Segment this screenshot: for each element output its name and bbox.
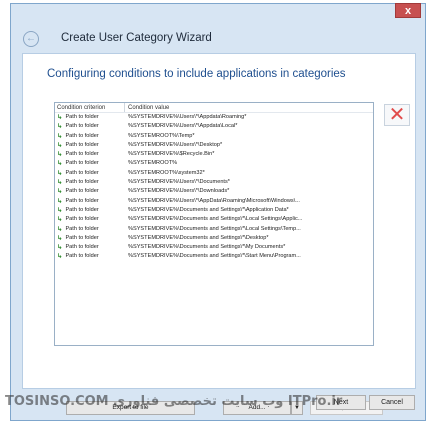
condition-value-cell: %SYSTEMDRIVE%\Documents and Settings\*\D… bbox=[128, 234, 269, 241]
path-arrow-icon: ↳ bbox=[57, 141, 63, 149]
criterion-text: Path to folder bbox=[65, 197, 99, 204]
criterion-text: Path to folder bbox=[65, 244, 99, 251]
path-arrow-icon: ↳ bbox=[57, 206, 63, 214]
condition-criterion-cell: ↳ Path to folder bbox=[55, 141, 125, 150]
list-item[interactable]: ↳ Path to folder %SYSTEMDRIVE%\Documents a… bbox=[55, 252, 373, 261]
condition-value-cell: %SYSTEMDRIVE%\Documents and Settings\*\L… bbox=[128, 216, 303, 223]
condition-criterion-cell: ↳ Path to folder bbox=[55, 197, 125, 206]
condition-criterion-cell: ↳ Path to folder bbox=[55, 252, 125, 261]
condition-criterion-cell: ↳ Path to folder bbox=[55, 206, 125, 215]
path-arrow-icon: ↳ bbox=[57, 179, 63, 187]
path-arrow-icon: ↳ bbox=[57, 225, 63, 233]
list-item[interactable]: ↳ Path to folder %SYSTEMDRIVE%\Users\*\Des… bbox=[55, 141, 373, 150]
condition-criterion-cell: ↳ Path to folder bbox=[55, 150, 125, 159]
wizard-window: x ← Create User Category Wizard Configur… bbox=[10, 3, 426, 421]
list-item[interactable]: ↳ Path to folder %SYSTEMDRIVE%\Users\*\Dow… bbox=[55, 187, 373, 196]
condition-value-cell: %SYSTEMROOT%\system32* bbox=[128, 169, 205, 176]
conditions-list[interactable]: Condition criterion Condition value ↳ Pat… bbox=[54, 102, 374, 346]
criterion-text: Path to folder bbox=[65, 132, 99, 139]
path-arrow-icon: ↳ bbox=[57, 151, 63, 159]
path-arrow-icon: ↳ bbox=[57, 216, 63, 224]
criterion-text: Path to folder bbox=[65, 216, 99, 223]
condition-criterion-cell: ↳ Path to folder bbox=[55, 122, 125, 131]
list-item[interactable]: ↳ Path to folder %SYSTEMROOT%\system32* bbox=[55, 169, 373, 178]
path-arrow-icon: ↳ bbox=[57, 169, 63, 177]
wizard-title: Create User Category Wizard bbox=[61, 32, 212, 44]
list-item[interactable]: ↳ Path to folder %SYSTEMDRIVE%\Documents a… bbox=[55, 225, 373, 234]
close-button[interactable]: x bbox=[395, 3, 421, 18]
criterion-text: Path to folder bbox=[65, 225, 99, 232]
path-arrow-icon: ↳ bbox=[57, 114, 63, 121]
list-rows: ↳ Path to folder %SYSTEMDRIVE%\Users\*\App… bbox=[55, 113, 373, 262]
condition-criterion-cell: ↳ Path to folder bbox=[55, 215, 125, 224]
list-item[interactable]: ↳ Path to folder %SYSTEMDRIVE%\$Recycle.Bi… bbox=[55, 150, 373, 159]
condition-value-cell: %SYSTEMROOT%\Temp* bbox=[128, 132, 195, 139]
condition-value-cell: %SYSTEMDRIVE%\Users\*\AppData\Roaming\Mi… bbox=[128, 197, 300, 204]
condition-criterion-cell: ↳ Path to folder bbox=[55, 243, 125, 252]
condition-value-cell: %SYSTEMDRIVE%\Users\*\Downloads* bbox=[128, 188, 230, 195]
wizard-content-panel: Configuring conditions to include applic… bbox=[22, 53, 416, 415]
column-header-criterion[interactable]: Condition criterion bbox=[55, 103, 125, 112]
list-item[interactable]: ↳ Path to folder %SYSTEMDRIVE%\Users\*\App… bbox=[55, 122, 373, 131]
condition-value-cell: %SYSTEMDRIVE%\Users\*\Documents* bbox=[128, 179, 230, 186]
condition-value-cell: %SYSTEMROOT% bbox=[128, 160, 178, 167]
criterion-text: Path to folder bbox=[65, 188, 99, 195]
condition-criterion-cell: ↳ Path to folder bbox=[55, 113, 125, 122]
criterion-text: Path to folder bbox=[65, 114, 99, 120]
list-item[interactable]: ↳ Path to folder %SYSTEMDRIVE%\Users\*\App… bbox=[55, 113, 373, 122]
list-item[interactable]: ↳ Path to folder %SYSTEMROOT% bbox=[55, 159, 373, 168]
list-item[interactable]: ↳ Path to folder %SYSTEMDRIVE%\Users\*\Doc… bbox=[55, 178, 373, 187]
condition-value-cell: %SYSTEMDRIVE%\Users\*\Desktop* bbox=[128, 141, 223, 148]
condition-criterion-cell: ↳ Path to folder bbox=[55, 187, 125, 196]
path-arrow-icon: ↳ bbox=[57, 123, 63, 131]
condition-criterion-cell: ↳ Path to folder bbox=[55, 132, 125, 141]
path-arrow-icon: ↳ bbox=[57, 160, 63, 168]
watermark-text: TOSINSO.COM وب سایت تخصصی فناوری ITPro.i… bbox=[5, 394, 343, 409]
path-arrow-icon: ↳ bbox=[57, 253, 63, 261]
criterion-text: Path to folder bbox=[65, 169, 99, 176]
path-arrow-icon: ↳ bbox=[57, 197, 63, 205]
condition-criterion-cell: ↳ Path to folder bbox=[55, 159, 125, 168]
criterion-text: Path to folder bbox=[65, 141, 99, 148]
path-arrow-icon: ↳ bbox=[57, 234, 63, 242]
condition-value-cell: %SYSTEMDRIVE%\Users\*\Appdata\Local* bbox=[128, 123, 238, 130]
path-arrow-icon: ↳ bbox=[57, 132, 63, 140]
section-heading: Configuring conditions to include applic… bbox=[47, 68, 346, 80]
condition-value-cell: %SYSTEMDRIVE%\Documents and Settings\*\A… bbox=[128, 206, 289, 213]
list-item[interactable]: ↳ Path to folder %SYSTEMDRIVE%\Documents a… bbox=[55, 206, 373, 215]
criterion-text: Path to folder bbox=[65, 179, 99, 186]
condition-value-cell: %SYSTEMDRIVE%\$Recycle.Bin* bbox=[128, 151, 215, 158]
path-arrow-icon: ↳ bbox=[57, 244, 63, 252]
red-x-delete-icon[interactable]: ✕ bbox=[384, 104, 410, 126]
list-header: Condition criterion Condition value bbox=[55, 103, 373, 113]
condition-value-cell: %SYSTEMDRIVE%\Documents and Settings\*\M… bbox=[128, 244, 286, 251]
criterion-text: Path to folder bbox=[65, 253, 99, 260]
list-item[interactable]: ↳ Path to folder %SYSTEMDRIVE%\Documents a… bbox=[55, 234, 373, 243]
list-item[interactable]: ↳ Path to folder %SYSTEMDRIVE%\Documents a… bbox=[55, 243, 373, 252]
criterion-text: Path to folder bbox=[65, 160, 99, 167]
condition-value-cell: %SYSTEMDRIVE%\Users\*\Appdata\Roaming* bbox=[128, 114, 247, 120]
condition-criterion-cell: ↳ Path to folder bbox=[55, 234, 125, 243]
list-item[interactable]: ↳ Path to folder %SYSTEMDRIVE%\Documents a… bbox=[55, 215, 373, 224]
criterion-text: Path to folder bbox=[65, 234, 99, 241]
criterion-text: Path to folder bbox=[65, 123, 99, 130]
list-item[interactable]: ↳ Path to folder %SYSTEMROOT%\Temp* bbox=[55, 132, 373, 141]
column-header-value[interactable]: Condition value bbox=[125, 103, 373, 112]
condition-value-cell: %SYSTEMDRIVE%\Documents and Settings\*\S… bbox=[128, 253, 301, 260]
criterion-text: Path to folder bbox=[65, 151, 99, 158]
criterion-text: Path to folder bbox=[65, 206, 99, 213]
condition-value-cell: %SYSTEMDRIVE%\Documents and Settings\*\L… bbox=[128, 225, 301, 232]
condition-criterion-cell: ↳ Path to folder bbox=[55, 178, 125, 187]
condition-criterion-cell: ↳ Path to folder bbox=[55, 225, 125, 234]
path-arrow-icon: ↳ bbox=[57, 188, 63, 196]
list-item[interactable]: ↳ Path to folder %SYSTEMDRIVE%\Users\*\App… bbox=[55, 197, 373, 206]
condition-criterion-cell: ↳ Path to folder bbox=[55, 169, 125, 178]
back-arrow-icon[interactable]: ← bbox=[23, 31, 39, 47]
